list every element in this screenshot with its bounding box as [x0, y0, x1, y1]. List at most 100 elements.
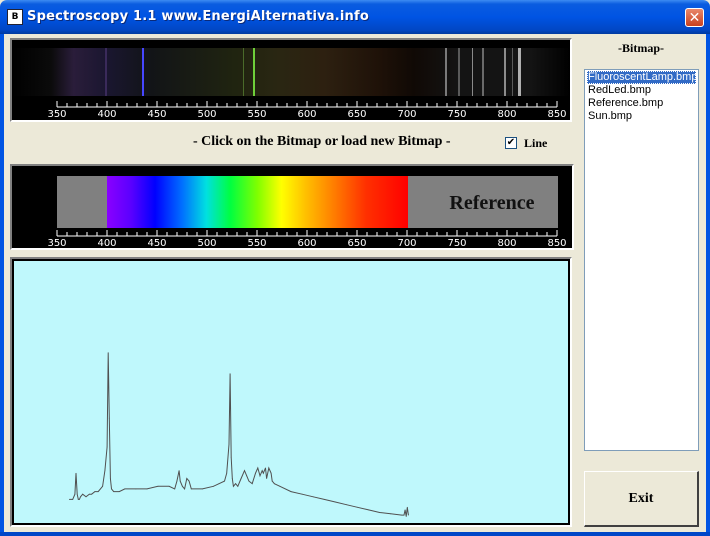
intensity-point [102, 485, 104, 487]
list-item-fluorescent-lamp[interactable]: FluoroscentLamp.bmp [587, 71, 697, 84]
intensity-point [94, 491, 96, 492]
intensity-point [259, 475, 261, 477]
intensity-point [357, 506, 358, 508]
close-button[interactable]: ✕ [685, 8, 704, 27]
intensity-point [268, 467, 270, 469]
scale-label: 350 [47, 238, 66, 248]
intensity-point [246, 475, 248, 477]
instruction-text: - Click on the Bitmap or load new Bitmap… [193, 134, 451, 149]
intensity-point [235, 483, 237, 485]
window-frame-right [706, 34, 710, 536]
intensity-point [118, 491, 120, 492]
window-frame-bottom [0, 532, 710, 536]
scale-label: 750 [447, 109, 466, 120]
intensity-point [157, 485, 159, 487]
intensity-point [91, 493, 92, 495]
intensity-point [228, 444, 230, 445]
intensity-point [404, 509, 406, 511]
intensity-point [231, 478, 233, 479]
intensity-point [408, 514, 409, 516]
spectrum-bitmap[interactable]: 350 400 450 500 550 600 650 700 750 800 850 [10, 38, 572, 122]
intensity-point [80, 496, 81, 498]
intensity-point [135, 488, 137, 490]
reference-label: Reference [449, 192, 534, 214]
scale-label: 750 [447, 238, 466, 248]
intensity-point [184, 488, 186, 490]
list-item-sun[interactable]: Sun.bmp [587, 110, 696, 123]
exit-button[interactable]: Exit [584, 471, 699, 527]
intensity-line [69, 352, 409, 517]
bitmap-file-list[interactable]: FluoroscentLamp.bmp RedLed.bmp Reference… [584, 69, 699, 451]
intensity-point [75, 472, 77, 474]
list-item-reference[interactable]: Reference.bmp [587, 97, 696, 110]
intensity-point [229, 373, 231, 375]
intensity-point [78, 499, 80, 500]
scale-label: 550 [247, 109, 266, 120]
scale-label: 800 [497, 238, 516, 248]
intensity-point [248, 480, 250, 482]
intensity-point [72, 499, 74, 500]
intensity-point [379, 512, 381, 513]
intensity-point [312, 496, 314, 498]
intensity-point [77, 499, 79, 500]
app-icon: B [7, 9, 23, 25]
scale-label: 450 [147, 238, 166, 248]
intensity-point [201, 488, 203, 490]
intensity-point [226, 472, 228, 474]
intensity-point [261, 470, 263, 471]
intensity-point [82, 493, 84, 495]
line-checkbox[interactable]: ✔ [505, 137, 517, 149]
intensity-point [244, 470, 245, 471]
intensity-point [109, 478, 111, 479]
scale-label: 700 [397, 109, 416, 120]
intensity-point [368, 509, 369, 511]
intensity-point [401, 514, 403, 516]
intensity-point [74, 493, 76, 495]
intensity-point [176, 480, 178, 482]
intensity-point [346, 504, 347, 506]
spectrum-bitmap-canvas[interactable]: 350 400 450 500 550 600 650 700 750 800 850 [12, 40, 570, 120]
reference-bitmap[interactable]: Reference 350 400 450 500 550 600 650 700 750 800… [10, 164, 574, 250]
intensity-point [237, 485, 239, 487]
intensity-point [232, 485, 234, 487]
intensity-point [146, 488, 148, 490]
scale-label: 850 [547, 109, 566, 120]
intensity-point [224, 480, 225, 482]
intensity-point [262, 472, 264, 474]
list-item-red-led[interactable]: RedLed.bmp [587, 84, 696, 97]
intensity-point [179, 480, 181, 482]
intensity-point [218, 483, 220, 485]
intensity-point [88, 493, 90, 495]
intensity-point [334, 501, 336, 503]
intensity-point [213, 485, 214, 487]
intensity-point [279, 485, 281, 487]
intensity-point [301, 493, 303, 495]
intensity-point [108, 417, 110, 419]
intensity-point [257, 467, 259, 469]
intensity-point [97, 491, 99, 492]
scale-label: 650 [347, 109, 366, 120]
scale-label: 600 [297, 238, 316, 248]
scale-label: 650 [347, 238, 366, 248]
scale-label: 450 [147, 109, 166, 120]
intensity-graph-canvas [69, 352, 409, 517]
intensity-point [168, 485, 170, 487]
intensity-graph [10, 257, 572, 527]
intensity-point [390, 513, 392, 515]
reference-bitmap-canvas[interactable]: Reference 350 400 450 500 550 600 650 700 750 800… [12, 166, 572, 248]
intensity-point [111, 488, 112, 490]
window-title: Spectroscopy 1.1 www.EnergiAlternativa.i… [27, 9, 369, 24]
intensity-point [106, 446, 108, 448]
intensity-point [266, 478, 268, 479]
scale-label: 400 [97, 109, 116, 120]
intensity-point [113, 491, 115, 492]
intensity-point [124, 488, 126, 490]
title-bar[interactable]: B Spectroscopy 1.1 www.EnergiAlternativa… [0, 0, 710, 34]
scale-label: 550 [247, 238, 266, 248]
intensity-point [174, 488, 176, 490]
intensity-point [104, 470, 106, 471]
intensity-point [255, 472, 256, 474]
line-checkbox-label[interactable]: Line [524, 136, 547, 151]
intensity-point [188, 480, 190, 482]
scale-label: 850 [547, 238, 566, 248]
